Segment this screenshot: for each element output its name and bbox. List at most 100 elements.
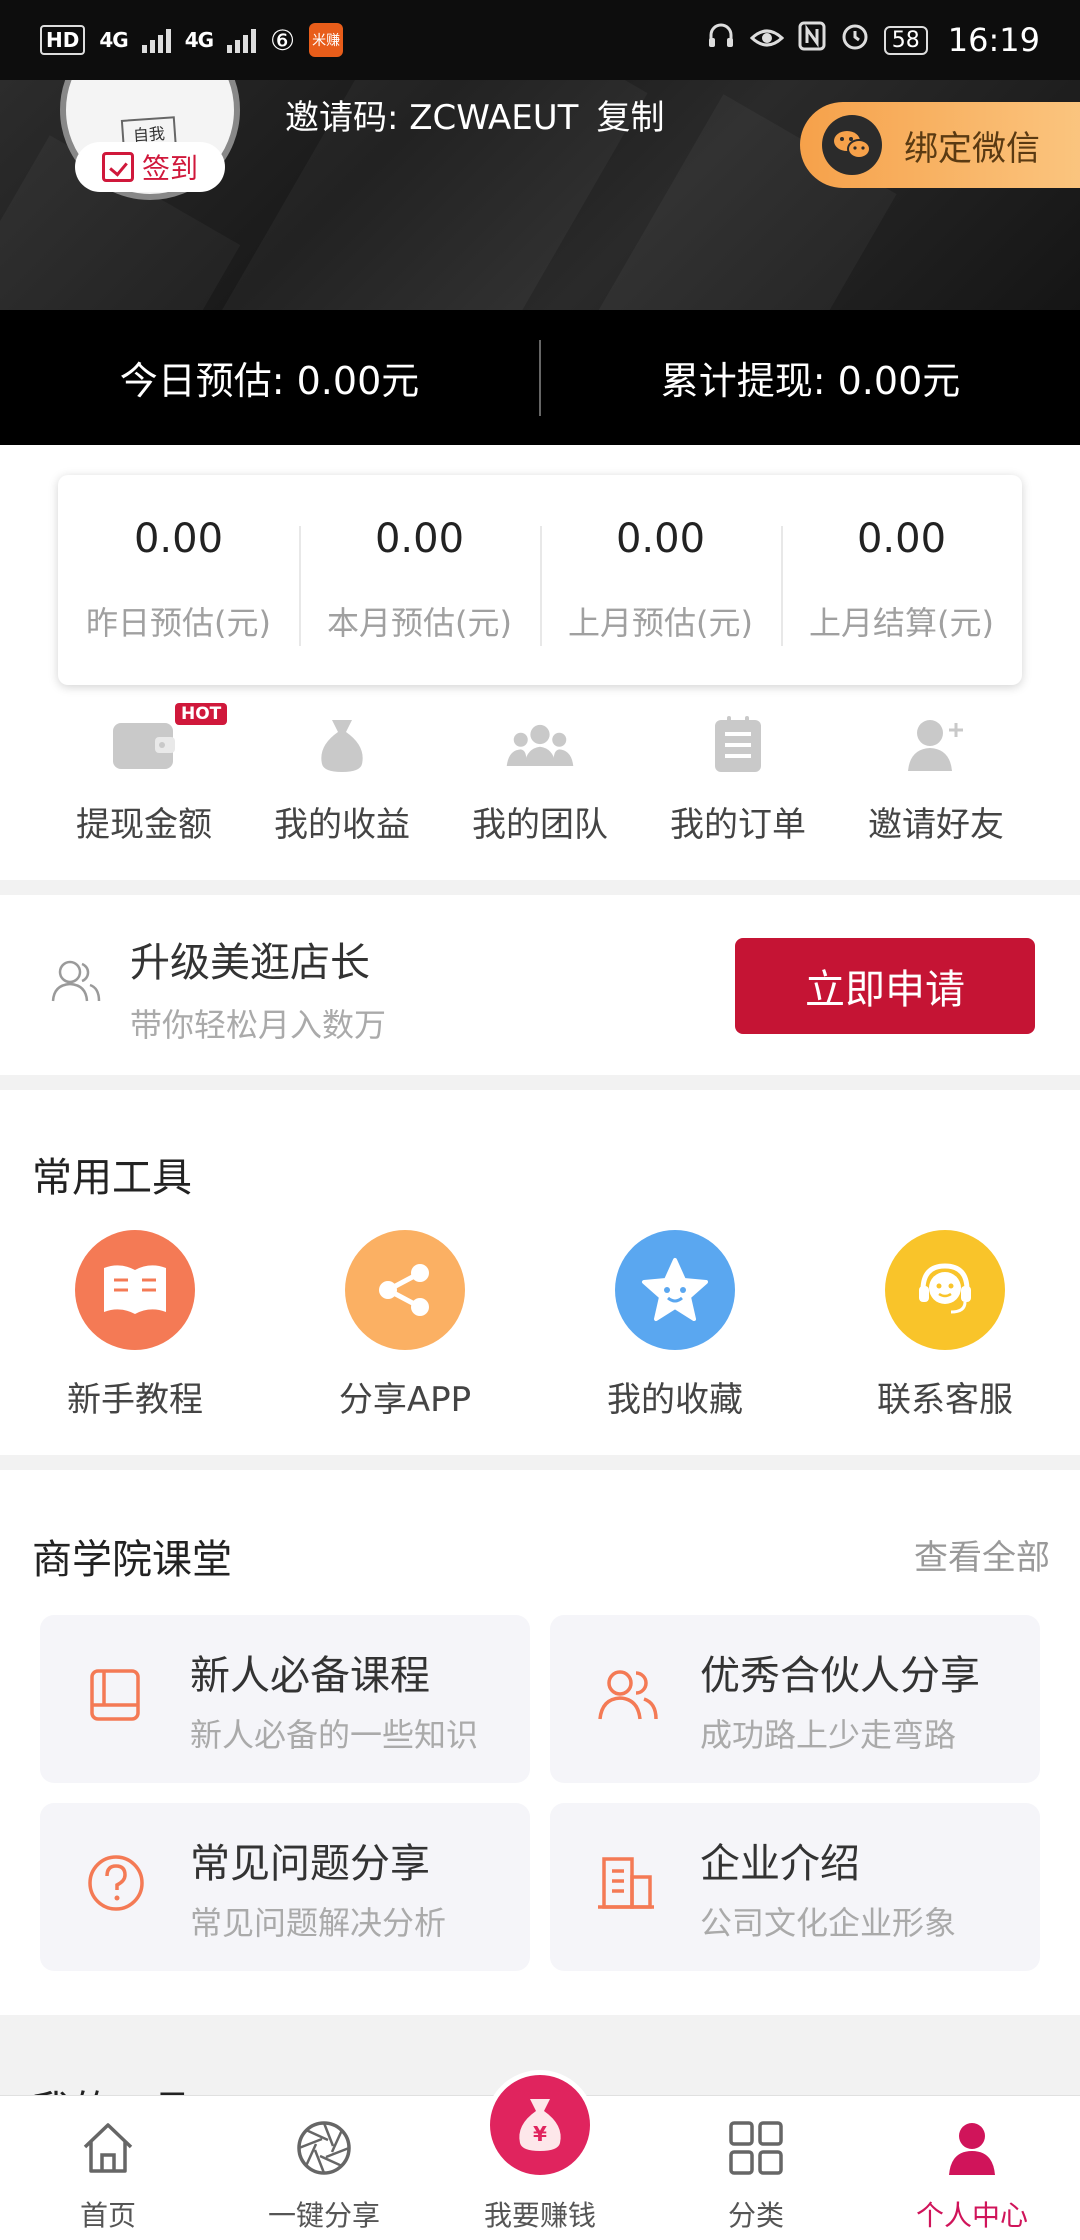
course-subtitle: 成功路上少走弯路 xyxy=(700,1716,957,1754)
course-card[interactable]: 常见问题分享 常见问题解决分析 xyxy=(40,1803,530,1971)
course-title: 企业介绍 xyxy=(700,1841,860,1887)
partners-icon xyxy=(596,1665,662,1729)
copy-invite-button[interactable]: 复制 xyxy=(596,90,664,139)
app-notification-icon: 米赚 xyxy=(309,23,344,57)
clock-time: 16:19 xyxy=(947,21,1040,59)
tool-share-app[interactable]: 分享APP xyxy=(270,1230,540,1421)
svg-text:¥: ¥ xyxy=(533,2122,547,2146)
nav-label: 首页 xyxy=(79,2199,136,2232)
hot-badge: HOT xyxy=(175,703,228,725)
building-icon xyxy=(596,1853,656,1917)
money-bag-icon: ¥ xyxy=(485,2070,595,2180)
battery-icon: 58 xyxy=(883,25,928,55)
total-withdraw: 累计提现: 0.00元 xyxy=(660,359,961,403)
nav-profile[interactable]: 个人中心 xyxy=(864,2096,1080,2240)
today-estimate: 今日预估: 0.00元 xyxy=(119,359,420,403)
stat-yesterday[interactable]: 0.00 昨日预估(元) xyxy=(58,516,299,644)
section-title: 商学院课堂 xyxy=(32,1537,232,1583)
quick-nav-label: 提现金额 xyxy=(76,805,212,845)
order-icon xyxy=(703,715,773,775)
course-title: 优秀合伙人分享 xyxy=(700,1653,980,1699)
common-tools-section: 常用工具 新手教程 分享APP 我的收藏 联系客服 xyxy=(0,1090,1080,1455)
upgrade-title: 升级美逛店长 xyxy=(130,940,370,986)
network-4g-label: 4G xyxy=(184,28,214,52)
status-bar: HD 4G 4G ⑥ 米赚 58 16:19 xyxy=(0,0,1080,80)
signin-button[interactable]: 签到 xyxy=(75,142,225,192)
stat-value: 0.00 xyxy=(615,516,706,562)
tool-label: 分享APP xyxy=(338,1380,472,1420)
quick-nav-invite[interactable]: 邀请好友 xyxy=(837,715,1035,846)
course-subtitle: 常见问题解决分析 xyxy=(190,1904,447,1942)
headphone-icon xyxy=(706,21,736,59)
stat-this-month[interactable]: 0.00 本月预估(元) xyxy=(299,516,540,646)
tool-customer-service[interactable]: 联系客服 xyxy=(810,1230,1080,1421)
nav-share[interactable]: 一键分享 xyxy=(216,2096,432,2240)
headset-icon xyxy=(885,1230,1005,1350)
quick-nav: HOT 提现金额 我的收益 我的团队 我的订单 邀请好友 xyxy=(0,703,1080,846)
add-friend-icon xyxy=(901,715,971,775)
alarm-icon xyxy=(840,21,870,59)
invite-code-row: 邀请码: ZCWAEUT 复制 xyxy=(285,90,664,139)
course-subtitle: 新人必备的一些知识 xyxy=(190,1716,479,1754)
stat-label: 本月预估(元) xyxy=(327,604,512,642)
nfc-icon xyxy=(798,21,826,59)
calendar-check-icon xyxy=(101,152,134,182)
signal-icon xyxy=(227,27,257,53)
stat-value: 0.00 xyxy=(374,516,465,562)
quick-nav-team[interactable]: 我的团队 xyxy=(441,715,639,846)
bottom-nav: 首页 一键分享 ¥ 我要赚钱 分类 个人中心 xyxy=(0,2070,1080,2240)
home-icon xyxy=(0,2116,216,2180)
stat-last-month-settled[interactable]: 0.00 上月结算(元) xyxy=(781,516,1022,646)
course-subtitle: 公司文化企业形象 xyxy=(700,1904,957,1942)
tool-label: 联系客服 xyxy=(877,1380,1013,1420)
stat-last-month[interactable]: 0.00 上月预估(元) xyxy=(540,516,781,646)
quick-nav-label: 我的订单 xyxy=(670,805,806,845)
nav-home[interactable]: 首页 xyxy=(0,2096,216,2240)
money-bag-icon xyxy=(307,715,377,775)
stat-label: 昨日预估(元) xyxy=(86,604,271,642)
tools-row: 新手教程 分享APP 我的收藏 联系客服 xyxy=(0,1230,1080,1421)
course-card[interactable]: 优秀合伙人分享 成功路上少走弯路 xyxy=(550,1615,1040,1783)
signal-icon xyxy=(141,27,171,53)
section-title: 常用工具 xyxy=(32,1155,192,1201)
bind-wechat-button[interactable]: 绑定微信 xyxy=(800,102,1080,188)
nav-label: 分类 xyxy=(727,2199,784,2232)
bind-wechat-label: 绑定微信 xyxy=(904,128,1040,169)
users-outline-icon xyxy=(50,955,102,1011)
apply-now-button[interactable]: 立即申请 xyxy=(735,938,1035,1034)
aperture-icon xyxy=(216,2116,432,2180)
tool-label: 我的收藏 xyxy=(607,1380,743,1420)
tool-favorites[interactable]: 我的收藏 xyxy=(540,1230,810,1421)
question-icon xyxy=(86,1853,146,1917)
upgrade-banner: 升级美逛店长 带你轻松月入数万 立即申请 xyxy=(0,895,1080,1075)
network-4g-label: 4G xyxy=(99,28,128,52)
tool-label: 新手教程 xyxy=(67,1380,203,1420)
tool-tutorial[interactable]: 新手教程 xyxy=(0,1230,270,1421)
netease-icon: ⑥ xyxy=(270,23,296,57)
nav-label: 个人中心 xyxy=(915,2199,1028,2232)
upgrade-subtitle: 带你轻松月入数万 xyxy=(130,1006,387,1044)
course-card[interactable]: 企业介绍 公司文化企业形象 xyxy=(550,1803,1040,1971)
book-icon xyxy=(75,1230,195,1350)
quick-nav-earnings[interactable]: 我的收益 xyxy=(243,715,441,846)
quick-nav-label: 我的团队 xyxy=(472,805,608,845)
stat-label: 上月预估(元) xyxy=(568,604,753,642)
nav-label: 我要赚钱 xyxy=(483,2199,596,2232)
stats-card: 0.00 昨日预估(元) 0.00 本月预估(元) 0.00 上月预估(元) 0… xyxy=(58,475,1022,685)
quick-nav-orders[interactable]: 我的订单 xyxy=(639,715,837,846)
quick-nav-label: 邀请好友 xyxy=(868,805,1004,845)
team-icon xyxy=(505,715,575,775)
earnings-summary: 今日预估: 0.00元 累计提现: 0.00元 xyxy=(0,310,1080,445)
see-all-link[interactable]: 查看全部 xyxy=(914,1530,1050,1579)
quick-nav-label: 我的收益 xyxy=(274,805,410,845)
wallet-icon xyxy=(109,715,179,775)
course-card[interactable]: 新人必备课程 新人必备的一些知识 xyxy=(40,1615,530,1783)
star-icon xyxy=(615,1230,735,1350)
stat-value: 0.00 xyxy=(856,516,947,562)
nav-category[interactable]: 分类 xyxy=(648,2096,864,2240)
profile-header: 自我 控制 签到 邀请码: ZCWAEUT 复制 绑定微信 xyxy=(0,80,1080,310)
nav-earn-money[interactable]: ¥ 我要赚钱 xyxy=(432,2070,648,2240)
stats-section: 0.00 昨日预估(元) 0.00 本月预估(元) 0.00 上月预估(元) 0… xyxy=(0,445,1080,880)
quick-nav-withdraw[interactable]: HOT 提现金额 xyxy=(45,703,243,846)
invite-code: 邀请码: ZCWAEUT xyxy=(285,98,579,138)
